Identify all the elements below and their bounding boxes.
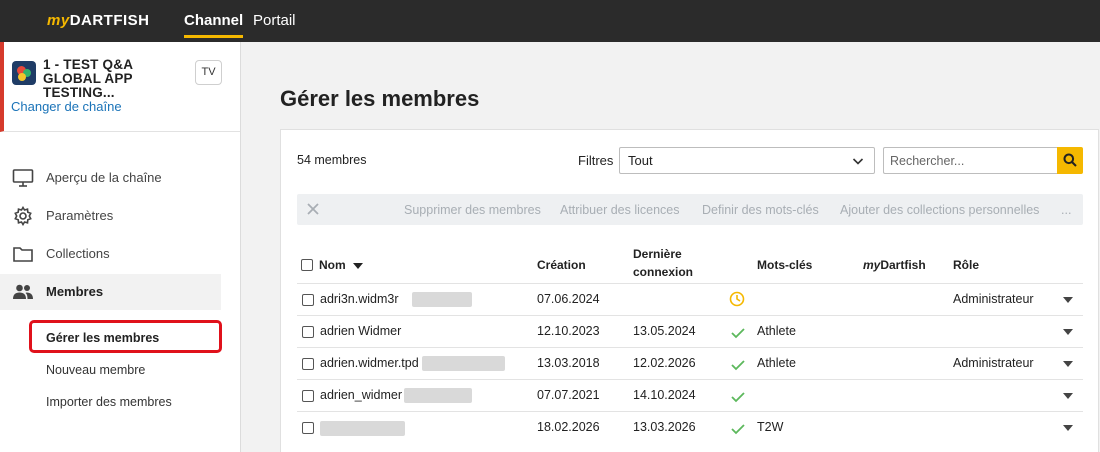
row-checkbox[interactable] [302, 422, 314, 434]
check-icon [731, 360, 745, 371]
caret-down-icon[interactable] [1063, 297, 1073, 303]
member-created: 13.03.2018 [537, 356, 600, 370]
member-keywords: Athlete [757, 356, 796, 370]
sidebar-item-collections[interactable]: Collections [0, 236, 221, 272]
column-header-name[interactable]: Nom [319, 256, 364, 274]
logo-my-text: my [47, 12, 70, 29]
check-icon [731, 328, 745, 339]
column-header-last-login-line1: Dernière [633, 247, 682, 261]
search-icon [1063, 153, 1077, 167]
channel-title: 1 - TEST Q&A GLOBAL APP TESTING... [43, 57, 133, 100]
sidebar-item-membres[interactable]: Membres [0, 274, 221, 310]
sidebar: 1 - TEST Q&A GLOBAL APP TESTING... TV Ch… [0, 42, 241, 452]
page-title: Gérer les membres [280, 86, 480, 111]
row-divider [297, 315, 1083, 316]
member-role: Administrateur [953, 356, 1034, 370]
column-header-mydartfish-brand: Dartfish [880, 258, 926, 272]
filter-select[interactable]: Tout [619, 147, 875, 174]
member-last-login: 13.03.2026 [633, 420, 696, 434]
channel-logo-icon [12, 61, 36, 85]
tab-portail[interactable]: Portail [253, 12, 296, 29]
member-role: Administrateur [953, 292, 1034, 306]
row-divider [297, 379, 1083, 380]
monitor-icon [12, 169, 34, 187]
gear-icon [14, 206, 32, 226]
redacted-text [412, 292, 472, 307]
member-name[interactable]: adri3n.widm3r [320, 292, 399, 306]
search-button[interactable] [1057, 147, 1083, 174]
redacted-text [320, 421, 405, 436]
member-keywords: T2W [757, 420, 784, 434]
column-header-last-login-line2: connexion [633, 265, 694, 279]
highlight-annotation-box [29, 320, 222, 353]
member-created: 18.02.2026 [537, 420, 600, 434]
caret-down-icon[interactable] [1063, 361, 1073, 367]
tv-badge[interactable]: TV [195, 60, 222, 85]
sidebar-item-parametres[interactable]: Paramètres [0, 198, 221, 234]
channel-selector: 1 - TEST Q&A GLOBAL APP TESTING... TV Ch… [0, 42, 240, 132]
row-checkbox[interactable] [302, 390, 314, 402]
member-created: 07.07.2021 [537, 388, 600, 402]
caret-down-icon[interactable] [1063, 393, 1073, 399]
filter-select-value: Tout [628, 153, 653, 168]
row-checkbox[interactable] [302, 294, 314, 306]
change-channel-link[interactable]: Changer de chaîne [11, 99, 122, 114]
check-icon [731, 424, 745, 435]
member-created: 12.10.2023 [537, 324, 600, 338]
column-header-role[interactable]: Rôle [953, 256, 979, 274]
mydartfish-logo[interactable]: myDARTFISH [47, 12, 150, 29]
sort-down-icon [353, 262, 364, 269]
top-bar: myDARTFISH Channel Portail [0, 0, 1100, 42]
define-keywords-button[interactable]: Definir des mots-clés [702, 203, 819, 217]
row-checkbox[interactable] [302, 326, 314, 338]
clock-pending-icon [729, 291, 745, 307]
column-header-creation[interactable]: Création [537, 256, 586, 274]
assign-licenses-button[interactable]: Attribuer des licences [560, 203, 680, 217]
sidebar-item-label: Collections [46, 246, 110, 261]
member-name[interactable]: adrien Widmer [320, 324, 401, 338]
more-actions-button[interactable]: ... [1061, 203, 1071, 217]
member-last-login: 13.05.2024 [633, 324, 696, 338]
sidebar-item-apercu[interactable]: Aperçu de la chaîne [0, 160, 221, 196]
members-panel: 54 membres Filtres Tout Supprimer des me… [280, 129, 1099, 452]
users-icon [13, 284, 33, 299]
folder-icon [13, 247, 33, 262]
submenu-importer-membres[interactable]: Importer des membres [46, 395, 172, 409]
member-created: 07.06.2024 [537, 292, 600, 306]
member-last-login: 12.02.2026 [633, 356, 696, 370]
sidebar-item-label: Membres [46, 284, 104, 299]
submenu-nouveau-membre[interactable]: Nouveau membre [46, 363, 145, 377]
member-last-login: 14.10.2024 [633, 388, 696, 402]
member-name[interactable]: adrien_widmer [320, 388, 402, 402]
logo-brand-text: DARTFISH [69, 12, 150, 29]
member-name[interactable]: adrien.widmer.tpd [320, 356, 419, 370]
column-header-mydartfish[interactable]: myDartfish [863, 256, 926, 274]
member-keywords: Athlete [757, 324, 796, 338]
filters-label: Filtres [578, 153, 614, 168]
column-header-name-label: Nom [319, 258, 346, 272]
redacted-text [422, 356, 505, 371]
sidebar-item-label: Paramètres [46, 208, 114, 223]
header-divider [297, 283, 1083, 284]
column-header-last-login[interactable]: Dernière connexion [633, 245, 693, 281]
caret-down-icon[interactable] [1063, 425, 1073, 431]
member-count: 54 membres [297, 153, 367, 167]
column-header-mydartfish-my: my [863, 258, 881, 272]
select-all-checkbox[interactable] [301, 259, 313, 271]
add-personal-collections-button[interactable]: Ajouter des collections personnelles [840, 203, 1039, 217]
row-checkbox[interactable] [302, 358, 314, 370]
check-icon [731, 392, 745, 403]
search-input[interactable] [883, 147, 1057, 174]
row-divider [297, 347, 1083, 348]
bulk-action-bar: Supprimer des membres Attribuer des lice… [297, 194, 1083, 225]
redacted-text [404, 388, 472, 403]
column-header-keywords[interactable]: Mots-clés [757, 256, 812, 274]
row-divider [297, 411, 1083, 412]
sidebar-item-label: Aperçu de la chaîne [46, 170, 162, 185]
delete-members-button[interactable]: Supprimer des membres [404, 203, 541, 217]
chevron-down-icon [852, 158, 864, 165]
tab-channel[interactable]: Channel [184, 12, 244, 38]
caret-down-icon[interactable] [1063, 329, 1073, 335]
close-icon[interactable] [306, 202, 320, 216]
